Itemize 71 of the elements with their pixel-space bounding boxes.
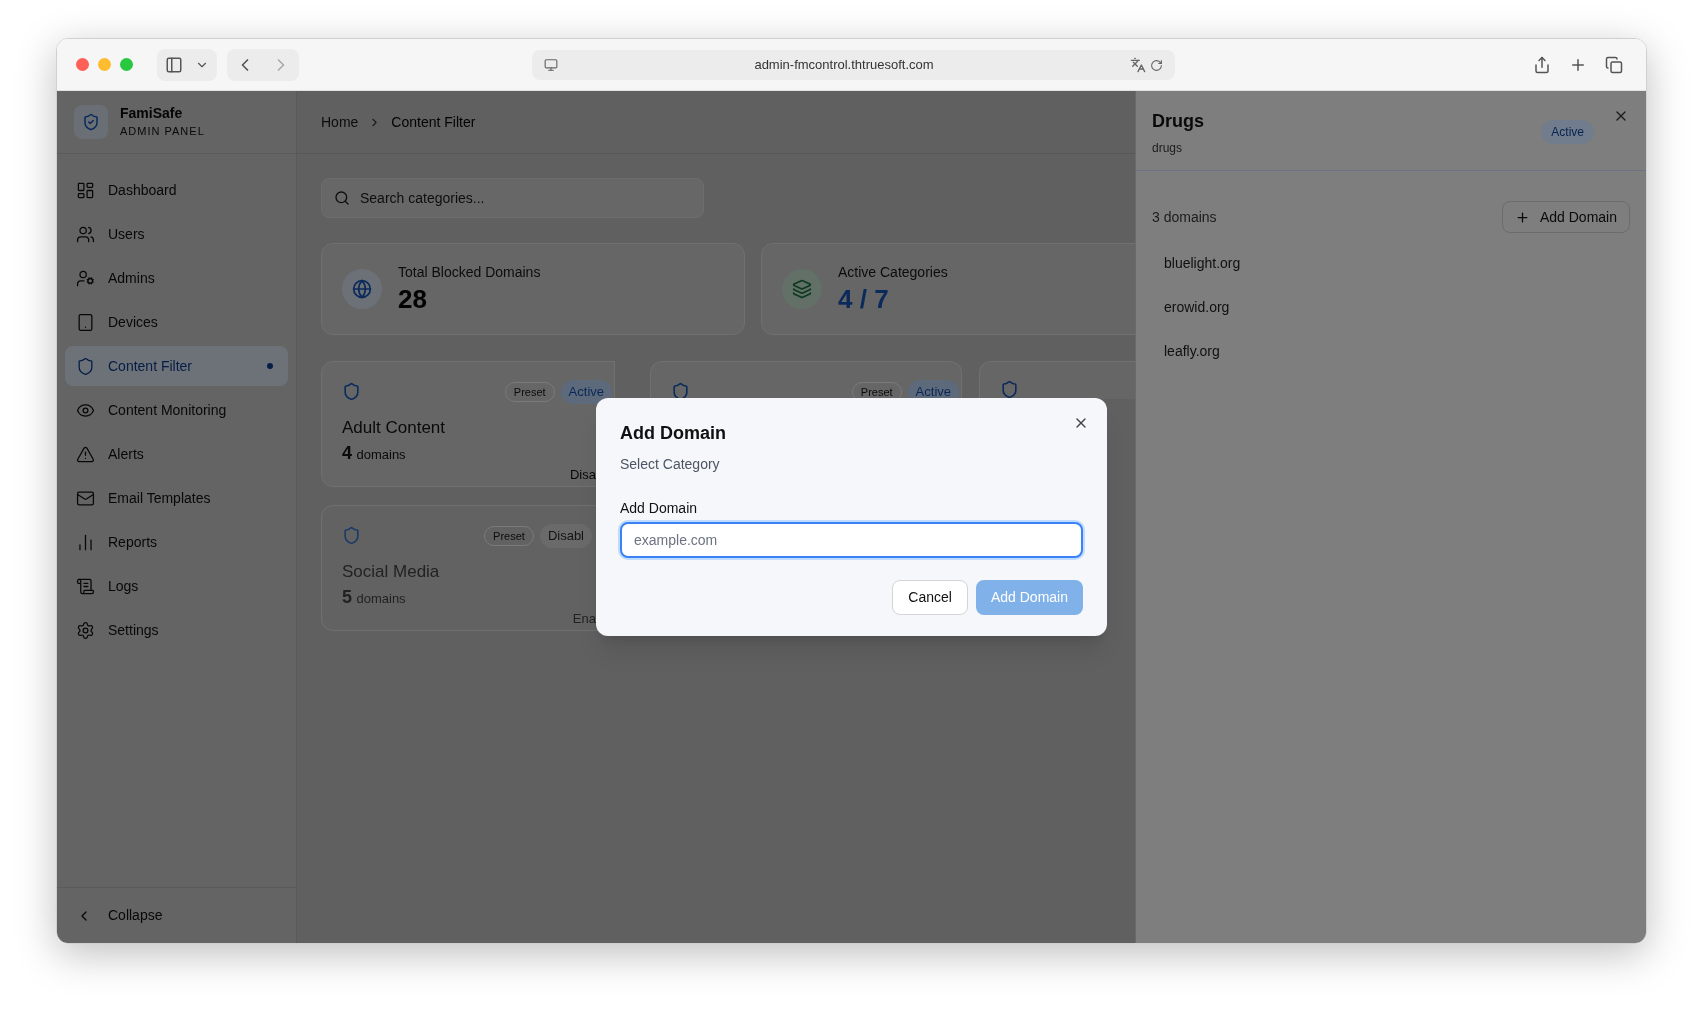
sheet-slug: drugs xyxy=(1152,140,1184,157)
sidebar-item[interactable]: Content Monitoring xyxy=(65,390,288,430)
shield-icon xyxy=(342,526,361,546)
shield-icon xyxy=(342,382,361,402)
sidebar-toggle-button[interactable] xyxy=(157,48,217,81)
dialog-title: Add Domain xyxy=(620,422,727,445)
sidebar-item[interactable]: Settings xyxy=(65,610,288,650)
domain-count: 3 domains xyxy=(1152,207,1217,227)
category-card[interactable]: Preset Active xyxy=(650,361,962,399)
nav-icon xyxy=(76,224,95,244)
sidebar-item[interactable]: Dashboard xyxy=(65,170,288,210)
nav-icon xyxy=(76,268,95,288)
domain-item: bluelight.org xyxy=(1164,253,1242,273)
domain-item: erowid.org xyxy=(1164,297,1231,317)
globe-icon xyxy=(342,269,382,309)
cancel-button[interactable]: Cancel xyxy=(892,580,968,615)
sidebar-item[interactable]: Admins xyxy=(65,258,288,298)
nav-icon xyxy=(76,532,95,552)
sidebar-item[interactable]: Devices xyxy=(65,302,288,342)
domain-count: 4 domains xyxy=(342,442,407,465)
brand-subtitle: ADMIN PANEL xyxy=(120,123,205,139)
collapse-button[interactable]: Collapse xyxy=(76,905,163,926)
sidebar-item[interactable]: Users xyxy=(65,214,288,254)
page-icon xyxy=(544,58,558,72)
sidebar-item[interactable]: Logs xyxy=(65,566,288,606)
status-badge: Disabl xyxy=(539,524,592,548)
sidebar-item[interactable]: Email Templates xyxy=(65,478,288,518)
nav-icon xyxy=(76,620,95,640)
domain-item: leafly.org xyxy=(1164,341,1221,361)
category-card[interactable]: Preset Active Adult Content 4 domains Disa xyxy=(321,361,615,487)
shield-icon xyxy=(1000,380,1019,399)
share-icon[interactable] xyxy=(1533,55,1551,74)
plus-icon xyxy=(1514,209,1530,225)
add-domain-button[interactable]: Add Domain xyxy=(1501,201,1630,233)
search-field[interactable]: Search categories... xyxy=(321,178,704,218)
breadcrumb-link[interactable]: Home xyxy=(321,111,359,133)
logo-icon xyxy=(74,105,108,139)
sidebar-item[interactable]: Alerts xyxy=(65,434,288,474)
sidebar-item[interactable]: Content Filter xyxy=(65,346,288,386)
url-text: admin-fmcontrol.thtruesoft.com xyxy=(753,56,935,75)
field-label: Add Domain xyxy=(620,499,699,518)
brand-name: FamiSafe xyxy=(120,105,184,123)
status-badge: Active xyxy=(1541,120,1594,144)
domain-count: 5 domains xyxy=(342,586,407,609)
sheet-title: Drugs xyxy=(1152,110,1204,133)
reload-icon xyxy=(1150,58,1163,72)
tabs-icon[interactable] xyxy=(1605,55,1623,74)
sidebar-item[interactable]: Reports xyxy=(65,522,288,562)
toggle-link[interactable]: Disa xyxy=(570,465,596,485)
layers-icon xyxy=(782,269,822,309)
stat-label: Active Categories xyxy=(838,263,948,283)
category-title: Social Media xyxy=(342,560,441,583)
breadcrumb-current: Content Filter xyxy=(391,112,476,132)
stat-value: 28 xyxy=(398,283,428,316)
status-badge: Active xyxy=(560,380,612,404)
dialog-subtitle: Select Category xyxy=(620,455,721,474)
nav-icon xyxy=(76,356,95,376)
translate-icon xyxy=(1130,57,1146,73)
close-window-icon[interactable] xyxy=(76,58,89,71)
address-bar[interactable]: admin-fmcontrol.thtruesoft.com xyxy=(532,50,1175,80)
stat-value: 4 / 7 xyxy=(838,283,890,316)
stat-label: Total Blocked Domains xyxy=(398,263,541,283)
search-icon xyxy=(334,190,350,206)
nav-icon xyxy=(76,312,95,332)
sidebar-icon xyxy=(165,55,183,74)
domain-input[interactable]: example.com xyxy=(620,522,1083,558)
nav-icon xyxy=(76,180,95,200)
nav-icon xyxy=(76,576,95,596)
toggle-link[interactable]: Ena xyxy=(572,609,596,629)
category-title: Adult Content xyxy=(342,416,446,439)
nav-icon xyxy=(76,444,95,464)
